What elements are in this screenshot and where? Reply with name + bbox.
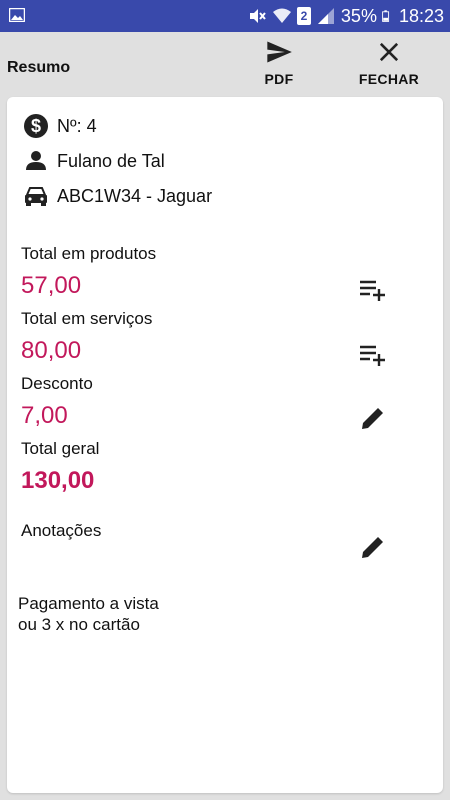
page-title: Resumo [7, 59, 71, 76]
pencil-icon[interactable] [357, 402, 389, 434]
car-icon [25, 187, 47, 206]
playlist-add-icon[interactable] [357, 338, 389, 370]
grand-total-label: Total geral [21, 439, 100, 458]
pdf-button[interactable]: PDF [239, 38, 319, 94]
pencil-icon[interactable] [357, 531, 389, 563]
send-icon [267, 41, 292, 63]
pdf-button-label: PDF [264, 71, 294, 87]
notes-text: Pagamento a vista ou 3 x no cartão [18, 594, 159, 634]
battery-icon [382, 10, 390, 22]
playlist-add-icon[interactable] [357, 273, 389, 305]
products-total-label: Total em produtos [21, 244, 157, 263]
dollar-circle-icon: $ [24, 114, 48, 138]
close-button[interactable]: FECHAR [349, 38, 429, 94]
services-total-label: Total em serviços [21, 309, 153, 328]
client-name: Fulano de Tal [57, 150, 165, 171]
vehicle-info: ABC1W34 - Jaguar [57, 185, 213, 206]
products-total-value: 57,00 [21, 272, 82, 299]
vehicle-row: ABC1W34 - Jaguar [23, 182, 212, 210]
discount-value: 7,00 [21, 402, 68, 429]
battery-percent: 35% [340, 5, 377, 26]
client-row: Fulano de Tal [23, 147, 165, 175]
summary-card: $ Nº: 4 Fulano de Tal ABC1W34 - Jaguar T… [7, 97, 443, 793]
order-number-row: $ Nº: 4 [23, 112, 97, 140]
services-total-value: 80,00 [21, 337, 82, 364]
person-icon [26, 151, 46, 170]
app-toolbar: Resumo PDF FECHAR [0, 32, 450, 96]
notes-label: Anotações [21, 521, 102, 540]
clock: 18:23 [398, 5, 444, 26]
close-button-label: FECHAR [358, 71, 420, 87]
signal-icon [317, 8, 334, 24]
image-notification-icon [9, 8, 25, 22]
close-icon [379, 42, 399, 62]
svg-text:$: $ [31, 116, 41, 136]
mute-icon [249, 9, 266, 23]
status-bar: 2 35% 18:23 [0, 0, 450, 32]
order-number: Nº: 4 [57, 115, 97, 136]
wifi-icon [272, 8, 291, 23]
sim-badge: 2 [296, 7, 311, 25]
grand-total-value: 130,00 [21, 467, 95, 494]
discount-label: Desconto [21, 374, 93, 393]
